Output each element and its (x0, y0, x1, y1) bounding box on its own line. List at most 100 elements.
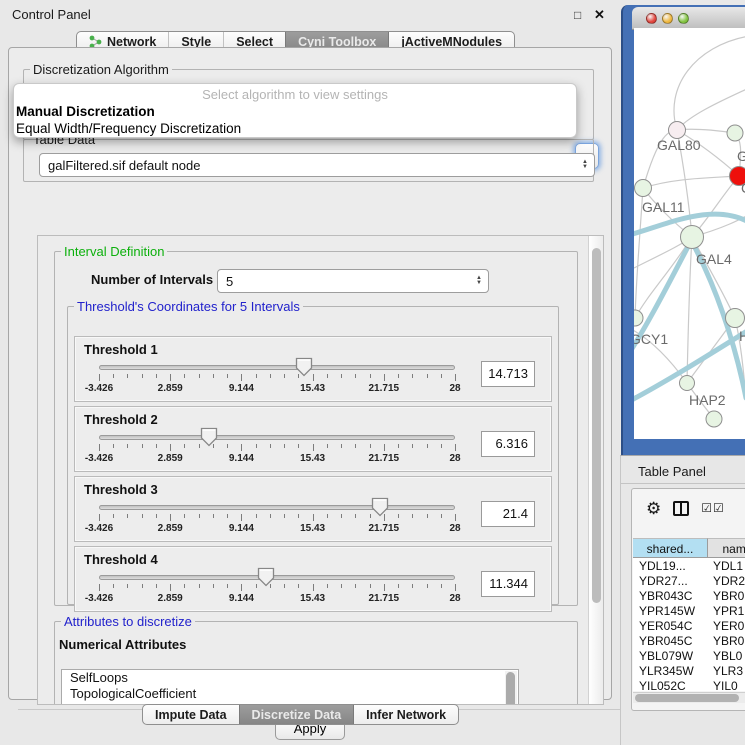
network-edge (635, 237, 692, 318)
table-row[interactable]: YLR345WYLR3 (633, 664, 745, 679)
slider-track[interactable] (99, 505, 455, 510)
slider-tick (341, 514, 342, 518)
network-node-node[interactable] (706, 411, 722, 427)
cell-shared-name: YER054C (639, 619, 692, 634)
slider-tick (355, 514, 356, 518)
network-node-HAP2[interactable] (680, 376, 695, 391)
tab-impute-data[interactable]: Impute Data (143, 705, 239, 724)
slider-tick (355, 584, 356, 588)
select-columns-icon[interactable]: ☑☑ (701, 501, 725, 515)
slider-tick (227, 374, 228, 378)
slider-tick (327, 514, 328, 518)
table-row[interactable]: YER054CYER0 (633, 619, 745, 634)
table-data-combobox[interactable]: galFiltered.sif default node ▲▼ (39, 153, 595, 177)
slider-thumb[interactable] (257, 567, 275, 587)
network-node-GAL4[interactable] (681, 226, 704, 249)
tab-label: Discretize Data (252, 708, 342, 722)
attribute-list-item[interactable]: SelfLoops (62, 670, 518, 686)
table-row[interactable]: YPR145WYPR1 (633, 604, 745, 619)
slider-thumb[interactable] (200, 427, 218, 447)
tab-infer-network[interactable]: Infer Network (353, 705, 458, 724)
slider-track[interactable] (99, 435, 455, 440)
slider-tick (427, 374, 428, 378)
slider-tick (170, 444, 171, 451)
threshold-slider[interactable]: -3.4262.8599.14415.4321.71528 (99, 567, 455, 609)
threshold-value-field[interactable]: 11.344 (481, 571, 535, 597)
slider-tick (199, 374, 200, 378)
threshold-slider[interactable]: -3.4262.8599.14415.4321.71528 (99, 427, 455, 469)
threshold-value-field[interactable]: 14.713 (481, 361, 535, 387)
table-row[interactable]: YIL052CYIL0 (633, 679, 745, 691)
network-canvas[interactable]: GAL80GAGAL11CGAL4GCY1HHAP2 (634, 28, 745, 439)
mac-zoom-button[interactable] (678, 13, 689, 24)
threshold-slider[interactable]: -3.4262.8599.14415.4321.71528 (99, 357, 455, 399)
table-row[interactable]: YDR27...YDR2 (633, 574, 745, 589)
tab-label: Infer Network (366, 708, 446, 722)
network-view-window[interactable]: GAL80GAGAL11CGAL4GCY1HHAP2 (621, 5, 745, 455)
algorithm-option[interactable]: Equal Width/Frequency Discretization (14, 121, 576, 138)
table-column-header[interactable]: name (708, 538, 745, 558)
slider-tick (384, 444, 385, 451)
algorithm-option[interactable]: Manual Discretization (14, 104, 576, 121)
slider-tick (142, 584, 143, 588)
float-window-icon[interactable]: □ (574, 8, 581, 22)
table-row[interactable]: YDL19...YDL1 (633, 559, 745, 574)
slider-tick (156, 514, 157, 518)
table-row[interactable]: YBR045CYBR0 (633, 634, 745, 649)
columns-icon[interactable] (673, 501, 689, 516)
slider-tick-label: 28 (430, 523, 480, 534)
slider-tick-label: 28 (430, 383, 480, 394)
network-node-node[interactable] (727, 125, 743, 141)
network-edge (643, 176, 739, 188)
network-node-GAL11[interactable] (635, 180, 652, 197)
network-node-GAL80[interactable] (669, 122, 686, 139)
threshold-value-field[interactable]: 6.316 (481, 431, 535, 457)
threshold-value-field[interactable]: 21.4 (481, 501, 535, 527)
mac-close-button[interactable] (646, 13, 657, 24)
slider-tick-label: 21.715 (359, 383, 409, 394)
close-icon[interactable]: ✕ (594, 7, 605, 23)
cell-name: YDL1 (713, 559, 743, 574)
slider-tick-label: 21.715 (359, 593, 409, 604)
cell-name: YPR1 (713, 604, 744, 619)
cyni-toolbox-panel: Discretization Algorithm Table Data galF… (8, 47, 612, 700)
slider-tick (227, 444, 228, 448)
slider-tick-label: -3.426 (74, 383, 124, 394)
slider-tick (398, 444, 399, 448)
table-horizontal-scrollbar[interactable] (633, 692, 745, 703)
network-node-GCY1[interactable] (634, 310, 643, 326)
thresholds-group: Threshold's Coordinates for 5 Intervals … (67, 299, 559, 605)
slider-thumb[interactable] (371, 497, 389, 517)
table-row[interactable]: YBR043CYBR0 (633, 589, 745, 604)
slider-tick (298, 514, 299, 518)
mac-minimize-button[interactable] (662, 13, 673, 24)
slider-tick (355, 444, 356, 448)
slider-tick (184, 584, 185, 588)
slider-tick (113, 374, 114, 378)
threshold-box: Threshold 3-3.4262.8599.14415.4321.71528… (74, 476, 552, 542)
attribute-list-item[interactable]: TopologicalCoefficient (62, 686, 518, 702)
attributes-list-scrollbar[interactable] (505, 671, 517, 705)
number-of-intervals-combobox[interactable]: 5 ▲▼ (217, 269, 489, 293)
node-table[interactable]: shared...nameYDL19...YDL1YDR27...YDR2YBR… (633, 538, 745, 691)
network-node-H[interactable] (726, 309, 745, 328)
slider-tick (241, 374, 242, 381)
gear-icon[interactable]: ⚙ (646, 500, 661, 517)
slider-tick (412, 444, 413, 448)
slider-tick (127, 584, 128, 588)
slider-tick (455, 514, 456, 521)
threshold-box: Threshold 4-3.4262.8599.14415.4321.71528… (74, 546, 552, 612)
slider-track[interactable] (99, 575, 455, 580)
numerical-attributes-list[interactable]: SelfLoopsTopologicalCoefficientBetweenne… (61, 669, 519, 705)
tab-discretize-data[interactable]: Discretize Data (239, 705, 354, 724)
slider-thumb[interactable] (295, 357, 313, 377)
slider-tick (441, 374, 442, 378)
slider-track[interactable] (99, 365, 455, 370)
slider-tick (427, 584, 428, 588)
table-column-header[interactable]: shared... (633, 538, 708, 558)
slider-tick (241, 584, 242, 591)
network-window-titlebar[interactable] (632, 7, 745, 30)
table-row[interactable]: YBL079WYBL0 (633, 649, 745, 664)
threshold-slider[interactable]: -3.4262.8599.14415.4321.71528 (99, 497, 455, 539)
vertical-scrollbar[interactable] (588, 236, 603, 704)
